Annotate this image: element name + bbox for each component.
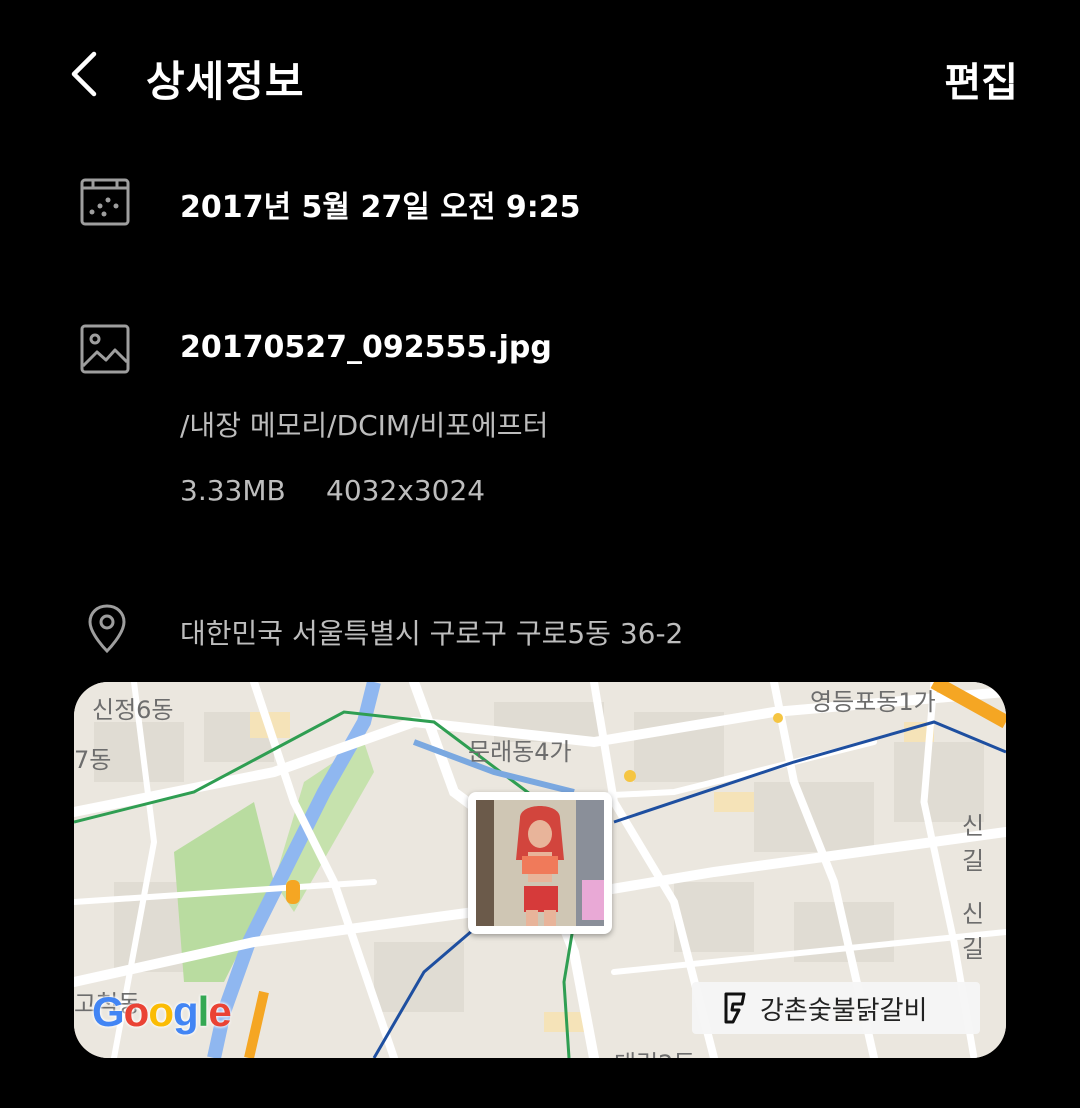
back-icon xyxy=(71,51,97,97)
place-chip-label: 강촌숯불닭갈비 xyxy=(760,995,928,1026)
location-pin-icon xyxy=(88,604,126,654)
datetime-text: 2017년 5월 27일 오전 9:25 xyxy=(180,190,581,225)
map-label: 신길 xyxy=(962,900,985,963)
file-path: /내장 메모리/DCIM/비포에프터 xyxy=(180,409,549,442)
map-label: 문래동4가 xyxy=(468,738,572,766)
edit-button[interactable]: 편집 xyxy=(944,50,1018,108)
map-label: 대림2동 xyxy=(614,1044,696,1058)
image-icon xyxy=(80,324,130,374)
map-label: 영등포동1가 xyxy=(810,688,936,716)
calendar-icon xyxy=(80,178,130,226)
file-name: 20170527_092555.jpg xyxy=(180,330,552,365)
back-button[interactable] xyxy=(60,46,116,102)
file-size: 3.33MB xyxy=(180,474,286,507)
file-resolution: 4032x3024 xyxy=(326,474,486,507)
header-bar: 상세정보 편집 xyxy=(0,0,1080,150)
place-chip[interactable]: 강촌숯불닭갈비 xyxy=(692,982,980,1034)
google-logo: Google xyxy=(92,988,232,1035)
location-map[interactable]: 신정6동 7동 문래동4가 영등포동1가 신길 신길 고척동 대림2동 Goog… xyxy=(74,682,1006,1058)
photo-thumbnail-marker[interactable] xyxy=(468,792,612,934)
foursquare-icon xyxy=(724,992,746,1024)
page-title: 상세정보 xyxy=(146,57,305,106)
map-label: 7동 xyxy=(74,746,112,774)
location-address: 대한민국 서울특별시 구로구 구로5동 36-2 xyxy=(180,617,684,650)
map-label: 신정6동 xyxy=(92,696,174,724)
map-label: 신길 xyxy=(962,812,985,875)
photo-thumbnail xyxy=(476,800,604,926)
